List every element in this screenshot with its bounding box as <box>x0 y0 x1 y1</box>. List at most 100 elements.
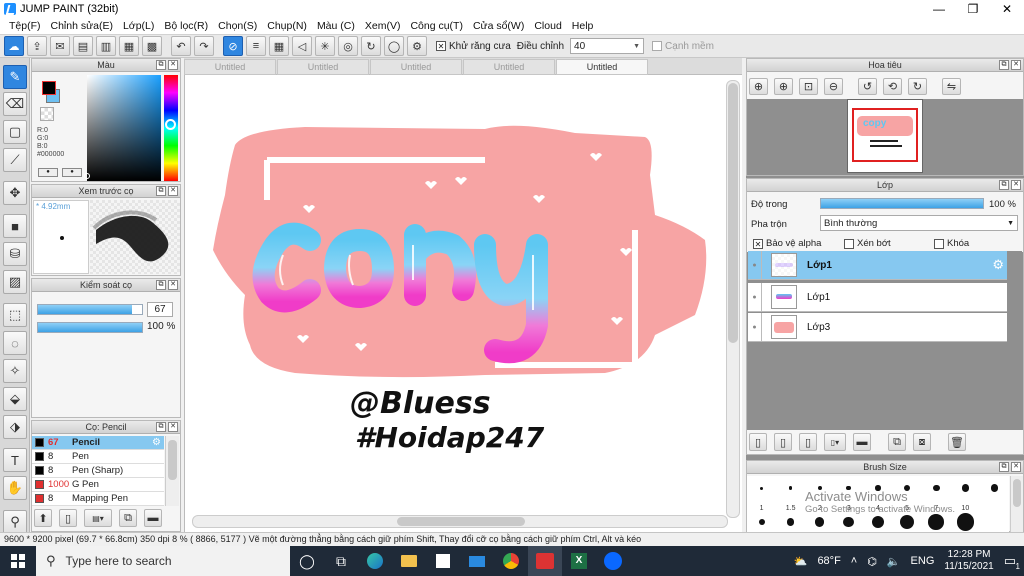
excel-icon[interactable]: X <box>562 546 596 576</box>
menu-help[interactable]: Help <box>567 20 599 32</box>
navigator-view[interactable]: copy <box>747 99 1023 175</box>
rotate-right-icon[interactable]: ↻ <box>908 78 927 95</box>
clock[interactable]: 12:28 PM 11/15/2021 <box>944 549 993 573</box>
menu-tools[interactable]: Công cụ(T) <box>405 20 468 32</box>
text-tool-icon[interactable]: T <box>3 448 27 472</box>
duplicate-layer-icon[interactable]: ⧉ <box>888 433 906 451</box>
undo-icon[interactable]: ↶ <box>171 36 191 56</box>
brush-settings-icon[interactable]: ⚙ <box>152 437 161 448</box>
brush-size-dot[interactable] <box>760 486 764 490</box>
brush-size-slider[interactable] <box>37 304 143 315</box>
tab-untitled-2[interactable]: Untitled <box>277 59 369 75</box>
taskbar-search[interactable]: ⚲ Type here to search <box>36 546 290 576</box>
no-snap-icon[interactable]: ⊘ <box>223 36 243 56</box>
eyedropper-tool-icon[interactable]: ⚲ <box>3 510 27 534</box>
adjust-dropdown[interactable]: 40 ▼ <box>570 38 645 54</box>
brush-size-dot-large[interactable] <box>900 515 915 529</box>
menu-cloud[interactable]: Cloud <box>529 20 566 32</box>
tab-untitled-active[interactable]: Untitled <box>556 59 648 75</box>
move-tool-icon[interactable]: ✥ <box>3 181 27 205</box>
lock-checkbox[interactable] <box>934 238 944 249</box>
brush-size-dot-large[interactable] <box>843 516 855 528</box>
navigator-thumbnail[interactable]: copy <box>847 99 923 173</box>
menu-edit[interactable]: Chỉnh sửa(E) <box>46 20 118 32</box>
brush-size-input[interactable]: 67 <box>147 302 173 317</box>
clip-checkbox[interactable] <box>844 238 854 249</box>
new-layer-page-icon[interactable]: ▯ <box>799 433 817 451</box>
brush-opacity-slider[interactable] <box>37 322 143 333</box>
color-eyedropper-button[interactable]: ● <box>38 168 58 177</box>
concentric-icon[interactable]: ◎ <box>338 36 358 56</box>
canvas-vertical-scrollbar[interactable] <box>726 80 740 518</box>
redo-icon[interactable]: ↷ <box>194 36 214 56</box>
edge-browser-icon[interactable] <box>358 546 392 576</box>
brush-size-dot-large[interactable] <box>956 513 974 531</box>
panel-float-icon[interactable]: ⧉ <box>156 60 166 70</box>
brush-size-dot[interactable] <box>932 484 940 492</box>
menu-color[interactable]: Màu (C) <box>312 20 360 32</box>
soft-edge-checkbox[interactable] <box>652 41 663 51</box>
pen-tool-icon[interactable]: ✎ <box>3 65 27 89</box>
grid-icon[interactable]: ▩ <box>142 36 162 56</box>
rectangle-tool-icon[interactable]: ▢ <box>3 120 27 144</box>
task-view-icon[interactable]: ⧉ <box>324 546 358 576</box>
menu-select[interactable]: Chọn(S) <box>213 20 262 32</box>
settings-icon[interactable]: ⚙ <box>407 36 427 56</box>
page-icon[interactable]: ▦ <box>119 36 139 56</box>
tab-untitled-3[interactable]: Untitled <box>370 59 462 75</box>
antialias-toggle[interactable]: Khử răng cưa <box>436 41 511 52</box>
curve-icon[interactable]: ↻ <box>361 36 381 56</box>
brush-folder-icon[interactable]: ▬ <box>144 509 162 527</box>
new-brush-icon[interactable]: ▯ <box>59 509 77 527</box>
network-icon[interactable]: ⌬ <box>867 555 877 568</box>
bucket-tool-icon[interactable]: ⛁ <box>3 242 27 266</box>
layer-row[interactable]: ● Lớp1 ⚙ <box>748 250 1007 280</box>
menu-window[interactable]: Cửa sổ(W) <box>468 20 529 32</box>
brush-size-dot[interactable] <box>788 486 793 490</box>
zoom-actual-icon[interactable]: ⊡ <box>799 78 818 95</box>
export-icon[interactable]: ⇪ <box>27 36 47 56</box>
vanishing-point-icon[interactable]: ◁ <box>292 36 312 56</box>
panel-close-icon[interactable]: ✕ <box>1011 60 1021 70</box>
brush-size-dot[interactable] <box>990 484 999 492</box>
layer-settings-icon[interactable]: ⚙ <box>992 257 1004 273</box>
brush-upload-icon[interactable]: ⬆ <box>34 509 52 527</box>
brush-copy-icon[interactable]: ⧉ <box>119 509 137 527</box>
layer-row[interactable]: ● Lớp1 <box>748 282 1007 312</box>
brush-size-dot-large[interactable] <box>928 514 945 530</box>
panel-close-icon[interactable]: ✕ <box>1011 462 1021 472</box>
jump-paint-taskbar-icon[interactable] <box>528 546 562 576</box>
brush-size-dot-large[interactable] <box>815 517 825 527</box>
clip-toggle[interactable]: Xén bớt <box>844 238 891 249</box>
canvas-horizontal-scroll-thumb[interactable] <box>397 517 525 526</box>
panel-close-icon[interactable]: ✕ <box>168 280 178 290</box>
mail-icon[interactable] <box>460 546 494 576</box>
brush-size-dot[interactable] <box>961 484 969 492</box>
zoom-fit-icon[interactable]: ⊕ <box>749 78 768 95</box>
merge-layer-icon[interactable]: ⧇ <box>913 433 931 451</box>
magic-wand-tool-icon[interactable]: ✧ <box>3 359 27 383</box>
brush-size-scrollbar[interactable] <box>1010 476 1023 532</box>
protect-alpha-checkbox[interactable] <box>753 238 763 249</box>
protect-alpha-toggle[interactable]: Bảo vệ alpha <box>753 238 821 249</box>
brush-list-item[interactable]: 1000 G Pen <box>32 478 164 492</box>
saturation-value-picker[interactable] <box>87 75 161 181</box>
blend-mode-dropdown[interactable]: Bình thường ▼ <box>820 215 1018 231</box>
panel-float-icon[interactable]: ⧉ <box>156 422 166 432</box>
panel-float-icon[interactable]: ⧉ <box>999 462 1009 472</box>
new-layer-icon[interactable]: ▯ <box>749 433 767 451</box>
start-button[interactable] <box>0 546 36 576</box>
cortana-icon[interactable]: ◯ <box>290 546 324 576</box>
tab-untitled-1[interactable]: Untitled <box>184 59 276 75</box>
document-icon[interactable]: ▥ <box>96 36 116 56</box>
rotate-reset-icon[interactable]: ⟲ <box>883 78 902 95</box>
select-pen-tool-icon[interactable]: ⬙ <box>3 387 27 411</box>
line-tool-icon[interactable]: ⟋ <box>3 148 27 172</box>
menu-file[interactable]: Tệp(F) <box>4 20 46 32</box>
brush-size-dot[interactable] <box>846 485 852 491</box>
weather-temp[interactable]: 68°F <box>817 555 840 567</box>
parallel-lines-icon[interactable]: ≡ <box>246 36 266 56</box>
weather-icon[interactable]: ⛅ <box>794 555 808 568</box>
message-icon[interactable]: ▤ <box>73 36 93 56</box>
zalo-icon[interactable] <box>596 546 630 576</box>
